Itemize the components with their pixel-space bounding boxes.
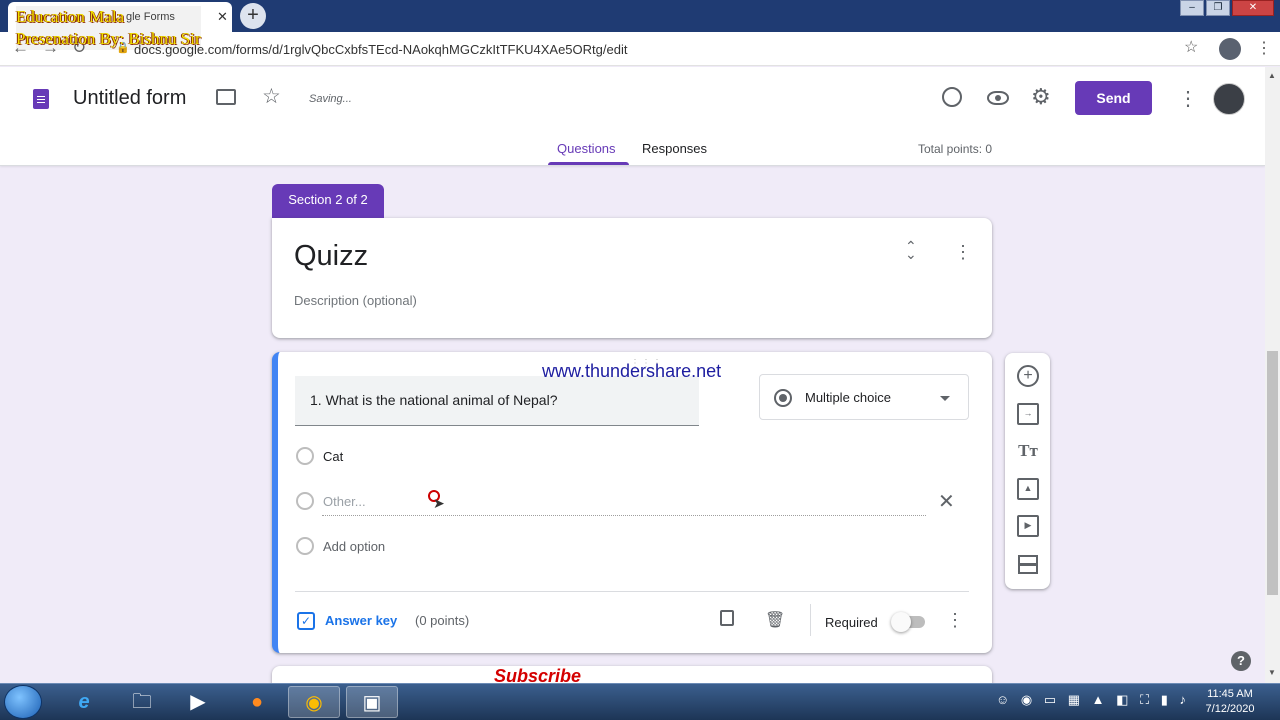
start-button[interactable] [4, 685, 42, 719]
browser-menu-icon[interactable]: ⋮ [1256, 38, 1272, 58]
clock-time: 11:45 AM [1207, 688, 1253, 700]
collapse-icon[interactable]: ⌃ ⌄ [905, 239, 917, 261]
watermark-line-2: Presenation By: Bishnu Sir [16, 29, 201, 48]
taskbar: e 🗀 ▶ ● ◉ ▣ ☺ ◉ ▭ ▦ ▲ ◧ ⛶ ▮ ♪ 11:45 AM 7… [0, 683, 1280, 720]
video-watermark: Education Mala Presenation By: Bishnu Si… [16, 6, 201, 50]
required-toggle[interactable] [891, 612, 925, 632]
option-radio-icon [296, 447, 314, 465]
question-card[interactable]: ⋮⋮⋮ 1. What is the national animal of Ne… [272, 352, 992, 653]
tab-questions[interactable]: Questions [557, 141, 616, 156]
file-explorer-icon[interactable]: 🗀 [116, 686, 168, 718]
title-text-icon[interactable]: Tт [1017, 440, 1039, 462]
option-radio-icon [296, 537, 314, 555]
section-title[interactable]: Quizz [294, 240, 368, 273]
chrome-icon[interactable]: ◉ [288, 686, 340, 718]
subscribe-overlay: Subscribe [494, 666, 582, 686]
section-badge: Section 2 of 2 [272, 184, 384, 218]
question-text: 1. What is the national animal of Nepal? [310, 392, 558, 408]
taskbar-clock[interactable]: 11:45 AM 7/12/2020 [1198, 687, 1262, 717]
active-tab-indicator [548, 162, 629, 165]
image-icon[interactable]: ▲ [1017, 478, 1039, 500]
more-vert-icon[interactable]: ⋮ [1178, 86, 1198, 111]
toggle-knob [891, 612, 911, 632]
import-icon[interactable]: → [1017, 403, 1039, 425]
tab-close-icon[interactable]: ✕ [217, 9, 228, 25]
section-description-field[interactable]: Description (optional) [294, 293, 417, 308]
question-more-icon[interactable]: ⋮ [946, 610, 964, 631]
answer-key-checkbox-icon[interactable]: ✓ [297, 612, 315, 630]
watermark-line-1: Education Mala [16, 7, 125, 26]
url-text: docs.google.com/forms/d/1rglvQbcCxbfsTEc… [134, 42, 628, 57]
option-radio-icon [296, 492, 314, 510]
browser-profile-avatar[interactable] [1219, 38, 1241, 60]
saving-status: Saving... [309, 93, 352, 105]
question-type-dropdown[interactable]: Multiple choice [759, 374, 969, 420]
form-title[interactable]: Untitled form [73, 87, 186, 110]
screen-recorder-icon[interactable]: ▣ [346, 686, 398, 718]
minimize-button[interactable]: – [1180, 0, 1204, 16]
address-bar[interactable]: 🔒 docs.google.com/forms/d/1rglvQbcCxbfsT… [108, 36, 1208, 62]
scroll-up-icon[interactable]: ▲ [1268, 71, 1276, 80]
copy-icon[interactable] [720, 610, 734, 626]
floating-toolbar: + → Tт ▲ ▶ [1005, 353, 1050, 589]
site-overlay-text: www.thundershare.net [542, 361, 722, 381]
question-points: (0 points) [415, 613, 470, 628]
window-controls: – ❐ ✕ [1178, 0, 1274, 16]
question-type-label: Multiple choice [805, 390, 891, 405]
bookmark-star-icon[interactable]: ☆ [1184, 37, 1198, 57]
section-card[interactable]: Quizz Description (optional) ⌃ ⌄ ⋮ [272, 218, 992, 338]
add-question-icon[interactable]: + [1017, 365, 1039, 387]
chevron-down-icon [940, 396, 950, 401]
help-icon[interactable]: ? [1231, 651, 1251, 671]
forms-doc-icon[interactable] [33, 89, 49, 109]
system-tray-icons[interactable]: ☺ ◉ ▭ ▦ ▲ ◧ ⛶ ▮ ♪ [996, 692, 1190, 708]
media-player-icon[interactable]: ▶ [172, 686, 224, 718]
option-label-cat[interactable]: Cat [323, 449, 343, 464]
star-icon[interactable]: ☆ [262, 84, 281, 109]
internet-explorer-icon[interactable]: e [58, 686, 110, 718]
forms-header: Untitled form ☆ Saving... ⚙ Send ⋮ Quest… [0, 67, 1265, 166]
send-button[interactable]: Send [1075, 81, 1152, 115]
palette-icon[interactable] [942, 87, 962, 107]
question-title-field[interactable]: 1. What is the national animal of Nepal? [295, 376, 699, 426]
preview-eye-icon[interactable] [987, 91, 1009, 105]
scroll-down-icon[interactable]: ▼ [1268, 668, 1276, 677]
section-more-icon[interactable]: ⋮ [954, 242, 972, 263]
restore-button[interactable]: ❐ [1206, 0, 1230, 16]
video-icon[interactable]: ▶ [1017, 515, 1039, 537]
tab-responses[interactable]: Responses [642, 141, 707, 156]
avatar[interactable] [1213, 83, 1245, 115]
section-icon[interactable] [1017, 552, 1039, 574]
close-icon[interactable]: ✕ [938, 489, 955, 514]
total-points: Total points: 0 [918, 142, 993, 156]
trash-icon[interactable]: 🗑 [765, 610, 785, 630]
page-scrollbar[interactable]: ▲ ▼ [1265, 67, 1280, 683]
other-option-underline [322, 515, 926, 516]
settings-gear-icon[interactable]: ⚙ [1031, 84, 1051, 110]
answer-key-button[interactable]: Answer key [325, 613, 397, 628]
window-close-button[interactable]: ✕ [1232, 0, 1274, 16]
firefox-icon[interactable]: ● [231, 686, 283, 718]
radio-button-icon [774, 389, 792, 407]
mouse-pointer-icon: ➤ [433, 495, 445, 511]
new-tab-button[interactable]: + [240, 3, 266, 29]
divider [810, 604, 811, 636]
option-label-other[interactable]: Other... [323, 494, 366, 509]
add-option-button[interactable]: Add option [323, 539, 385, 554]
scroll-thumb[interactable] [1267, 351, 1278, 595]
required-label: Required [825, 615, 878, 630]
divider [295, 591, 969, 592]
folder-icon[interactable] [216, 89, 236, 105]
clock-date: 7/12/2020 [1205, 703, 1255, 715]
